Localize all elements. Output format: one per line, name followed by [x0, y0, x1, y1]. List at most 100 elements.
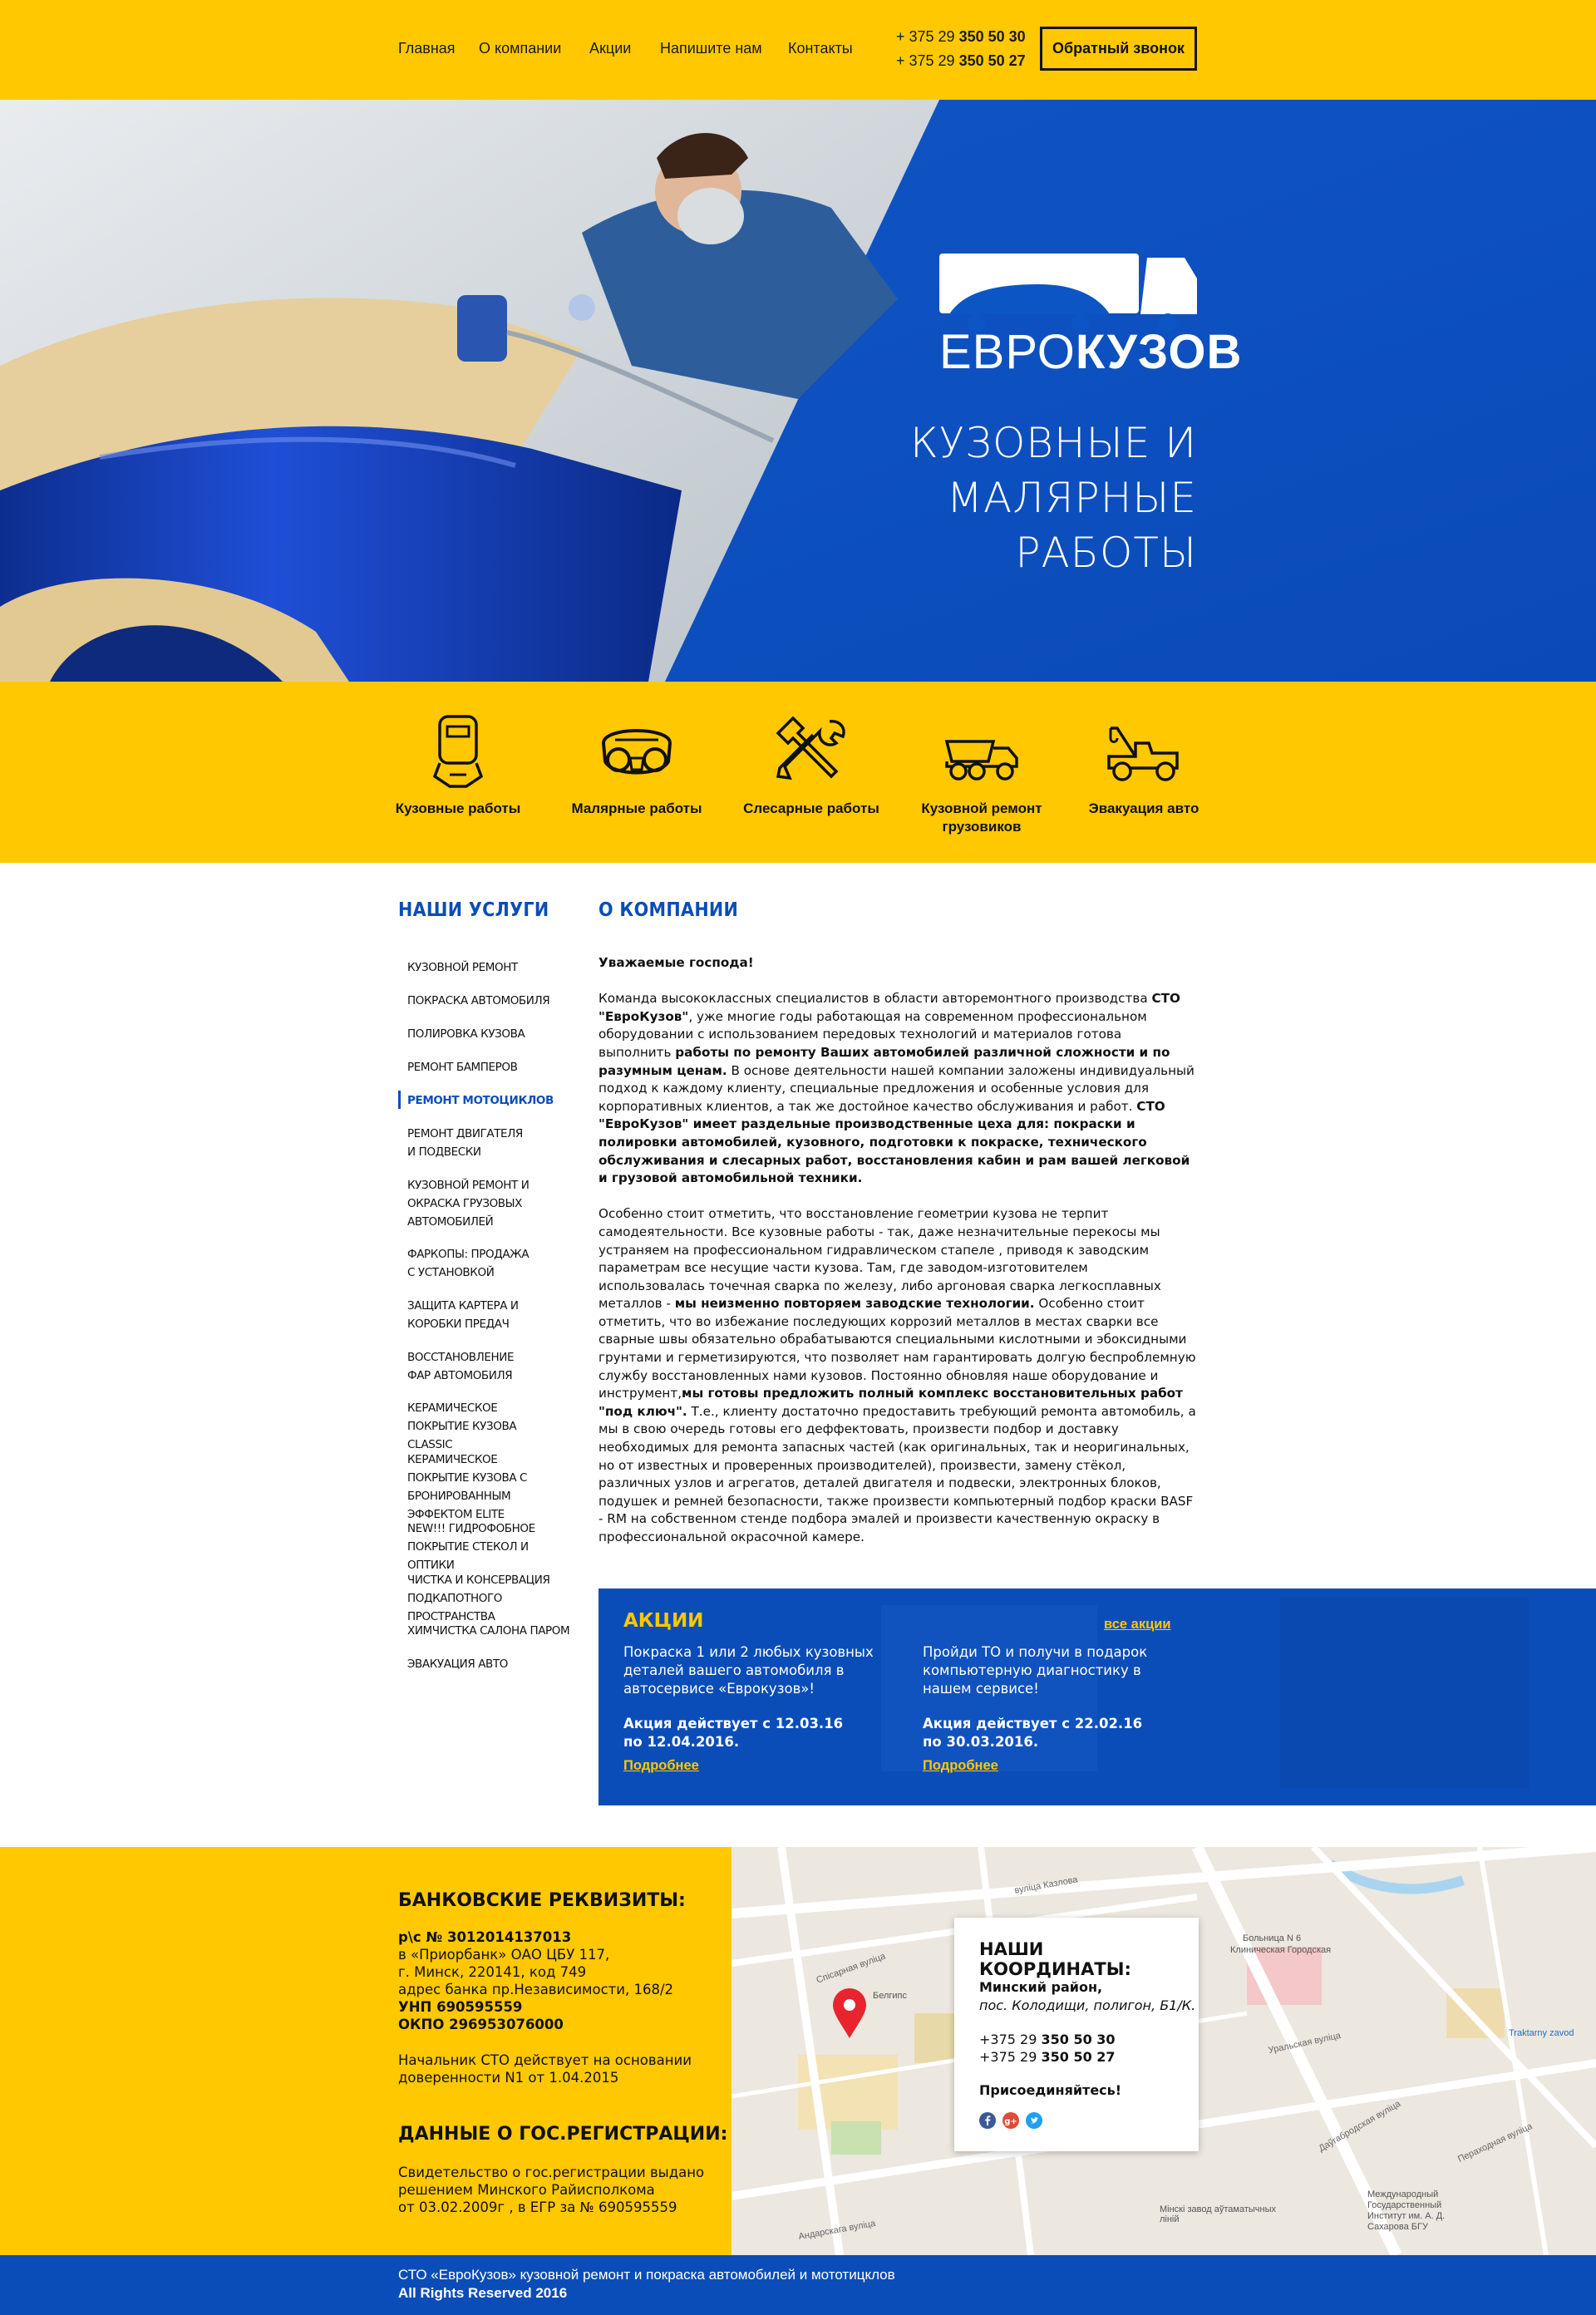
sidebar-item-evacuation[interactable]: Эвакуация авто [407, 1655, 574, 1673]
service-body-work[interactable]: Кузовные работы [375, 682, 541, 818]
map-label: Белгипс [873, 1991, 908, 2001]
promo-2-period-2: по 30.03.2016. [923, 1734, 1039, 1750]
header-phone-1[interactable]: + 375 29 350 50 30 [896, 28, 1026, 46]
map-label: Traktarny zavod [1509, 2028, 1574, 2038]
contacts-card: НАШИ КООРДИНАТЫ: Минский район, пос. Кол… [954, 1918, 1199, 2151]
sidebar-item-crankcase[interactable]: Защита картера и коробки предач [407, 1297, 532, 1333]
phone-prefix: +375 29 [979, 2049, 1042, 2065]
bank-line-4: адрес банка пр.Независимости, 168/2 [398, 1982, 674, 1997]
sidebar-active-marker [398, 1091, 401, 1109]
nav-home[interactable]: Главная [398, 40, 456, 57]
header-phone-2[interactable]: + 375 29 350 50 27 [896, 52, 1026, 70]
services-strip: Кузовные работы Малярные работы Слесарны… [0, 682, 1596, 863]
service-label: Кузовные работы [395, 800, 521, 816]
sidebar-item-headlights[interactable]: Восстановление фар автомобиля [407, 1348, 532, 1385]
phone-prefix: +375 29 [979, 2032, 1042, 2047]
google-plus-icon[interactable]: g+ [1002, 2112, 1019, 2129]
promo-2-more-link[interactable]: Подробнее [923, 1758, 998, 1774]
service-towing[interactable]: Эвакуация авто [1061, 682, 1227, 818]
callback-button[interactable]: Обратный звонок [1040, 27, 1197, 71]
contacts-region: Минский район, [979, 1979, 1103, 1995]
promo-2-period-1: Акция действует с 22.02.16 [923, 1716, 1143, 1731]
footer-requisites: БАНКОВСКИЕ РЕКВИЗИТЫ: р\с № 301201413701… [0, 1847, 732, 2255]
registration-line-1: Свидетельство о гос.регистрации выдано [398, 2165, 705, 2180]
phone-number: 350 50 27 [958, 52, 1026, 69]
sidebar-item-painting[interactable]: Покраска автомобиля [407, 992, 574, 1010]
nav-contacts[interactable]: Контакты [788, 40, 853, 57]
bank-okpo: ОКПО 296953076000 [398, 2017, 564, 2032]
contacts-phone-2[interactable]: +375 29 350 50 27 [979, 2049, 1116, 2065]
brand-logo[interactable]: ЕВРОКУЗОВ [939, 324, 1242, 380]
map-pin-icon[interactable] [831, 1988, 868, 2040]
registration-line-2: решением Минского Райисполкома [398, 2182, 655, 2198]
facebook-icon[interactable] [979, 2112, 996, 2129]
service-painting[interactable]: Малярные работы [554, 682, 720, 818]
welding-mask-icon [432, 715, 484, 788]
sidebar-item-towbars[interactable]: Фаркопы: продажа с установкой [407, 1245, 532, 1282]
nav-write-us[interactable]: Напишите нам [660, 40, 762, 57]
sidebar-item-polishing[interactable]: Полировка кузова [407, 1025, 574, 1043]
promo-1-more-link[interactable]: Подробнее [623, 1758, 699, 1774]
map-label: Мінскі завод аўтаматычных ліній [1160, 2204, 1276, 2224]
sidebar-item-ceramic-classic[interactable]: Керамическое покрытие кузова Classic [407, 1399, 549, 1454]
bottom-bar: СТО «ЕвроКузов» кузовной ремонт и покрас… [0, 2255, 1596, 2315]
about-title: О КОМПАНИИ [598, 899, 739, 921]
bank-title: БАНКОВСКИЕ РЕКВИЗИТЫ: [398, 1890, 686, 1911]
about-paragraph-1: Команда высококлассных специалистов в об… [598, 990, 1197, 1188]
phone-number: 350 50 30 [958, 28, 1026, 45]
bank-note-2: доверенности N1 от 1.04.2015 [398, 2070, 619, 2086]
twitter-icon[interactable] [1026, 2112, 1042, 2129]
service-label: Эвакуация авто [1088, 800, 1199, 816]
about-text: Уважаемые господа! Команда высококлассны… [598, 954, 1197, 1564]
nav-promo[interactable]: Акции [589, 40, 631, 57]
sidebar-item-trucks[interactable]: Кузовной ремонт и окраска грузовых автом… [407, 1176, 532, 1231]
sidebar-item-engine-bay[interactable]: Чистка и консервация подкапотного простр… [407, 1571, 574, 1626]
hero-banner: ЕВРОКУЗОВ КУЗОВНЫЕ И МАЛЯРНЫЕ РАБОТЫ [0, 100, 1596, 682]
promo-2-text: Пройди ТО и получи в подарок компьютерну… [923, 1644, 1148, 1697]
header: Главная О компании Акции Напишите нам Ко… [0, 0, 1596, 100]
text-run-bold: мы неизменно повторяем заводские техноло… [674, 1296, 1035, 1312]
promo-1-period-2: по 12.04.2016. [623, 1734, 740, 1750]
hero-car-painting-image [0, 100, 1596, 682]
sidebar-item-ceramic-elite[interactable]: Керамическое покрытие кузова с бронирова… [407, 1451, 557, 1524]
phone-number: 350 50 30 [1041, 2032, 1116, 2047]
text-run: Т.е., клиенту достаточно предоставить тр… [598, 1403, 1196, 1544]
svg-text:g+: g+ [1004, 2117, 1017, 2126]
promo-block: АКЦИИ все акции Покраска 1 или 2 любых к… [598, 1588, 1596, 1805]
phone-prefix: + 375 29 [896, 28, 959, 45]
sidebar-item-steam-cleaning[interactable]: Химчистка салона паром [407, 1622, 574, 1640]
tow-truck-icon [1107, 727, 1179, 781]
phone-number: 350 50 27 [1041, 2049, 1116, 2065]
bank-note-1: Начальник СТО действует на основании [398, 2052, 692, 2068]
about-paragraph-2: Особенно стоит отметить, что восстановле… [598, 1205, 1197, 1546]
hero-title-line-1: КУЗОВНЫЕ И [909, 419, 1197, 467]
sidebar-item-body-repair[interactable]: Кузовной ремонт [407, 958, 574, 977]
bank-line-2: в «Приорбанк» ОАО ЦБУ 117, [398, 1947, 610, 1963]
location-map[interactable]: Белгипс Больница N 6 Клиническая Городск… [732, 1847, 1596, 2255]
bank-unp: УНП 690595559 [398, 1999, 523, 2015]
text-run: Команда высококлассных специалистов в об… [598, 991, 1152, 1007]
service-truck-repair[interactable]: Кузовной ремонт грузовиков [899, 682, 1065, 836]
service-label: Кузовной ремонт грузовиков [921, 800, 1042, 835]
map-label: Больница N 6 [1243, 1933, 1302, 1943]
tools-icon [776, 716, 845, 781]
hero-title-line-2: МАЛЯРНЫЕ РАБОТЫ [946, 474, 1197, 577]
service-label: Малярные работы [571, 800, 702, 816]
contacts-phone-1[interactable]: +375 29 350 50 30 [979, 2032, 1116, 2047]
map-label: Международный Государственный Институт и… [1367, 2189, 1446, 2232]
about-greeting: Уважаемые господа! [598, 955, 754, 970]
bank-line-3: г. Минск, 220141, код 749 [398, 1964, 587, 1980]
all-promos-link[interactable]: все акции [1104, 1617, 1171, 1633]
contacts-join: Присоединяйтесь! [979, 2082, 1122, 2098]
promo-1-text: Покраска 1 или 2 любых кузовных деталей … [623, 1644, 874, 1697]
sidebar-item-motorcycles[interactable]: Ремонт мотоциклов [407, 1091, 574, 1110]
service-mechanics[interactable]: Слесарные работы [728, 682, 894, 818]
sidebar-item-hydrophobic[interactable]: NEW!!! Гидрофобное покрытие стекол и опт… [407, 1520, 574, 1574]
contacts-title: НАШИ КООРДИНАТЫ: [979, 1939, 1131, 1979]
sidebar-item-bumpers[interactable]: Ремонт бамперов [407, 1058, 574, 1076]
nav-about[interactable]: О компании [479, 40, 561, 57]
logo-light-part: ЕВРО [939, 325, 1076, 379]
dump-truck-icon [944, 740, 1018, 781]
promo-title: АКЦИИ [623, 1610, 704, 1632]
sidebar-item-engine[interactable]: Ремонт двигателя и подвески [407, 1125, 532, 1161]
